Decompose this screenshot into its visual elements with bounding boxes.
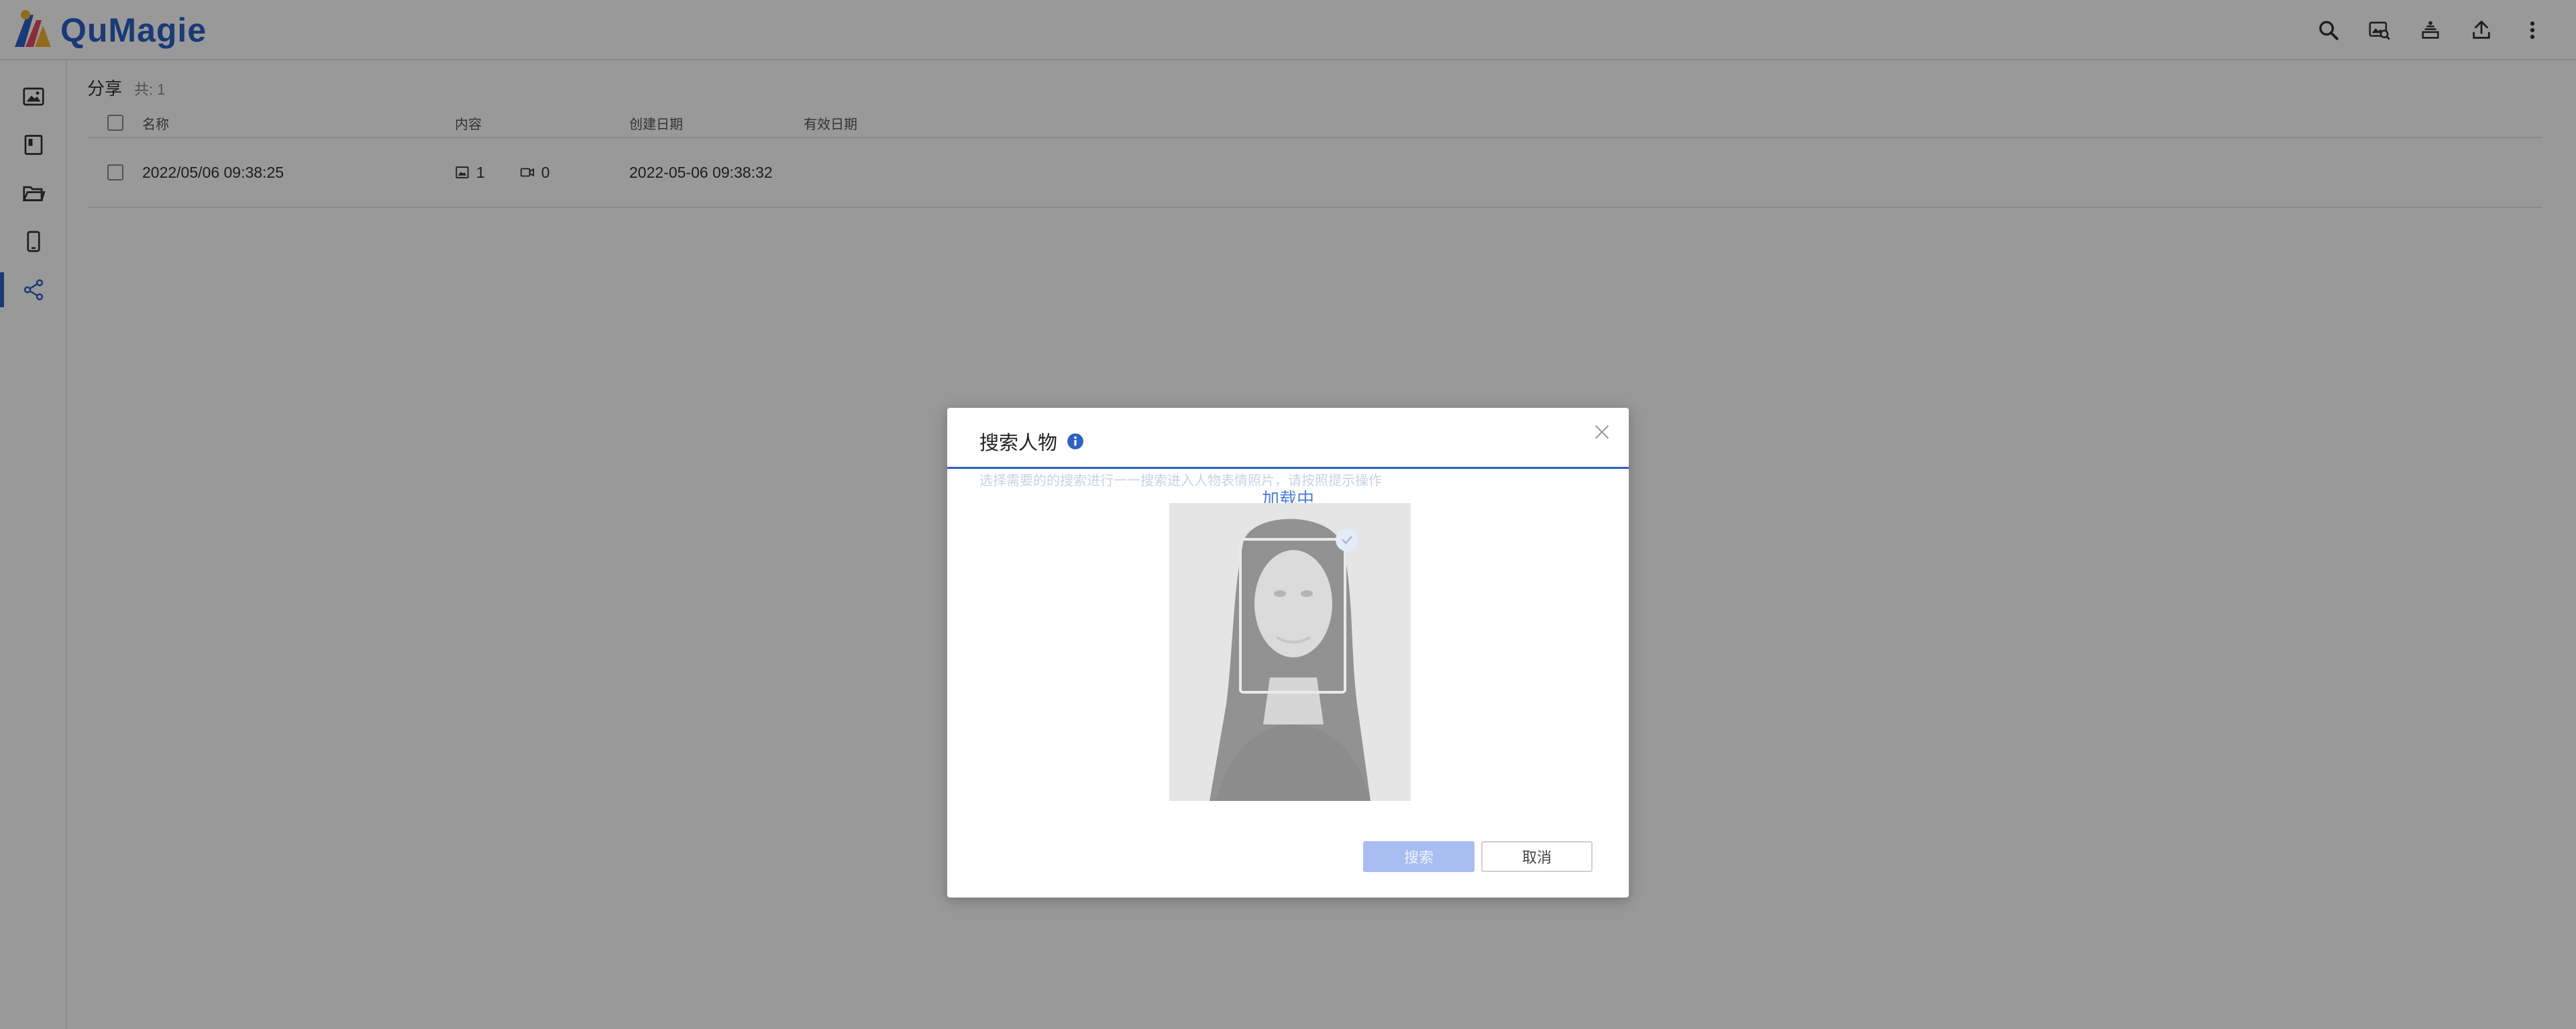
dialog-title: 搜索人物 bbox=[979, 433, 1058, 454]
person-photo bbox=[1169, 503, 1411, 801]
dialog-divider bbox=[947, 467, 1629, 469]
search-person-dialog: 搜索人物 选择需要的的搜索进行一一搜索进入人物表情照片，请按照提示操作 加载中 bbox=[947, 408, 1629, 898]
close-button[interactable] bbox=[1590, 420, 1614, 444]
search-submit-button[interactable]: 搜索 bbox=[1363, 841, 1474, 872]
cancel-button[interactable]: 取消 bbox=[1481, 841, 1593, 872]
dialog-header: 搜索人物 bbox=[979, 428, 1084, 455]
check-icon bbox=[1342, 536, 1352, 545]
face-selection-box[interactable] bbox=[1239, 538, 1346, 694]
info-icon[interactable] bbox=[1067, 433, 1084, 450]
face-selected-badge[interactable] bbox=[1336, 529, 1358, 551]
close-icon bbox=[1595, 425, 1609, 439]
